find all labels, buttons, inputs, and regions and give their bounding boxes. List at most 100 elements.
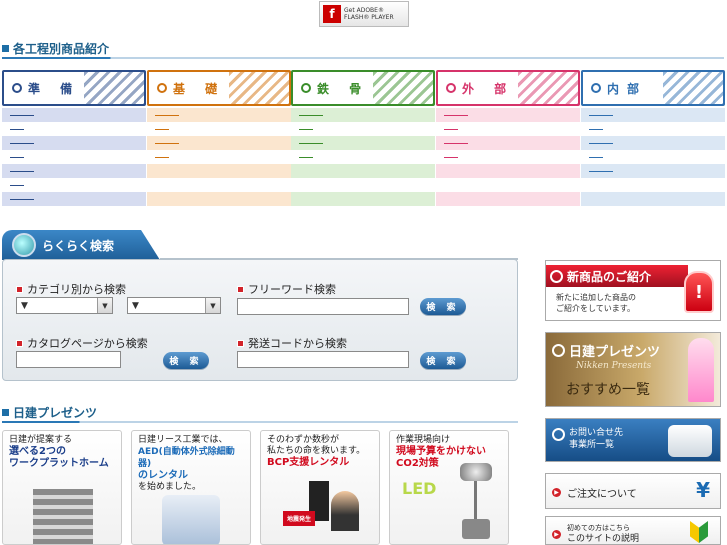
category-list-row[interactable]: [581, 122, 725, 136]
promo-card-led-co2[interactable]: 作業現場向け 現場予算をかけない CO2対策 LED: [389, 430, 509, 545]
promo-card-bcp-rental[interactable]: そのわずか数秒が 私たちの命を救います。 BCP支援レンタル 地震発生: [260, 430, 380, 545]
category-link[interactable]: [299, 128, 313, 130]
square-bullet-icon: [2, 45, 9, 52]
category-list-row[interactable]: [581, 136, 725, 150]
contact-offices-banner[interactable]: お問い合せ先 事業所一覧: [545, 418, 721, 462]
category-link[interactable]: [589, 170, 613, 172]
category-link[interactable]: [10, 128, 24, 130]
red-square-icon: [16, 339, 23, 347]
promo-card-work-platform[interactable]: 日建が提案する 選べる2つの ワークプラットホーム: [2, 430, 122, 545]
category-link[interactable]: [299, 142, 323, 144]
category-list-row: [147, 192, 291, 206]
category-link[interactable]: [589, 114, 613, 116]
category-list-row[interactable]: [291, 136, 435, 150]
card-text-1: そのわずか数秒が: [267, 435, 340, 445]
category-link[interactable]: [589, 142, 613, 144]
new-products-line2: ご紹介をしています。: [556, 304, 635, 313]
catalog-page-input[interactable]: [16, 351, 121, 368]
card-text-1: 日建が提案する: [9, 435, 73, 445]
category-column: 鉄 骨: [291, 70, 435, 206]
category-link[interactable]: [10, 142, 34, 144]
freeword-input[interactable]: [237, 298, 409, 315]
category-list-row[interactable]: [436, 150, 580, 164]
telephone-icon: [668, 425, 712, 457]
category-list-row[interactable]: [436, 136, 580, 150]
category-list-row[interactable]: [436, 108, 580, 122]
card-text-2: 現場予算をかけない: [396, 446, 486, 457]
freeword-search-label: フリーワード検索: [237, 281, 336, 297]
category-column: 外 部: [436, 70, 580, 206]
category-select-1-value: ▼: [21, 300, 28, 311]
category-tab[interactable]: 鉄 骨: [291, 70, 435, 106]
flash-logo-icon: f: [323, 5, 341, 23]
category-list-row[interactable]: [291, 122, 435, 136]
new-products-line1: 新たに追加した商品の: [556, 293, 636, 302]
category-select-2[interactable]: ▼ ▼: [127, 297, 221, 314]
category-link[interactable]: [10, 114, 34, 116]
arrow-bullet-icon: ▶: [552, 529, 561, 539]
category-list-row[interactable]: [581, 150, 725, 164]
category-tab[interactable]: 外 部: [436, 70, 580, 106]
category-list-row[interactable]: [2, 122, 146, 136]
flash-badge-line1: Get ADOBE®: [344, 7, 384, 14]
catalog-search-button[interactable]: 検 索: [163, 352, 209, 369]
arrow-bullet-icon: ▶: [552, 488, 561, 497]
order-info-banner[interactable]: ▶ ご注文について ¥: [545, 473, 721, 509]
category-list-row[interactable]: [147, 150, 291, 164]
freeword-search-button[interactable]: 検 索: [420, 298, 466, 315]
category-list-row[interactable]: [2, 164, 146, 178]
category-link[interactable]: [155, 156, 169, 158]
shipping-code-search-button[interactable]: 検 索: [420, 352, 466, 369]
category-tab[interactable]: 準 備: [2, 70, 146, 106]
category-link[interactable]: [299, 156, 313, 158]
category-link[interactable]: [444, 114, 468, 116]
category-link[interactable]: [444, 142, 468, 144]
category-link[interactable]: [299, 114, 323, 116]
category-list-row[interactable]: [581, 108, 725, 122]
category-link[interactable]: [589, 128, 603, 130]
get-flash-player-badge[interactable]: f Get ADOBE® FLASH® PLAYER: [319, 1, 409, 27]
category-link[interactable]: [444, 156, 458, 158]
site-guide-line2: このサイトの説明: [567, 534, 640, 544]
category-list-row[interactable]: [147, 108, 291, 122]
category-list-row[interactable]: [2, 136, 146, 150]
category-link[interactable]: [589, 156, 603, 158]
category-link[interactable]: [155, 128, 169, 130]
category-tab[interactable]: 基 礎: [147, 70, 291, 106]
category-link[interactable]: [444, 128, 458, 130]
category-link[interactable]: [10, 184, 24, 186]
category-list-row[interactable]: [291, 108, 435, 122]
category-select-1[interactable]: ▼ ▼: [16, 297, 113, 314]
new-products-banner[interactable]: 新商品のご紹介 新たに追加した商品の ご紹介をしています。 !: [545, 260, 721, 321]
nikken-presents-title: 日建プレゼンツ: [552, 341, 660, 360]
site-guide-line1: 初めての方はこちら: [567, 524, 630, 532]
category-link[interactable]: [155, 142, 179, 144]
shipping-code-search-label: 発送コードから検索: [237, 335, 347, 351]
nikken-presents-banner[interactable]: 日建プレゼンツ Nikken Presents おすすめ一覧: [545, 332, 721, 407]
circle-bullet-icon: [552, 344, 565, 357]
red-square-icon: [237, 285, 244, 293]
search-tab: らくらく検索: [2, 230, 160, 260]
category-link[interactable]: [10, 170, 34, 172]
category-list-row[interactable]: [147, 122, 291, 136]
category-list-row: [581, 192, 725, 206]
site-guide-banner[interactable]: ▶ 初めての方はこちら このサイトの説明: [545, 516, 721, 545]
category-list-row[interactable]: [291, 150, 435, 164]
category-list-row[interactable]: [147, 136, 291, 150]
shipping-code-input[interactable]: [237, 351, 409, 368]
category-link[interactable]: [155, 114, 179, 116]
new-products-title-bar: 新商品のご紹介: [546, 265, 688, 287]
category-list-row[interactable]: [581, 164, 725, 178]
category-list-row[interactable]: [2, 150, 146, 164]
category-list-row[interactable]: [2, 178, 146, 192]
card-text-3: ワークプラットホーム: [9, 458, 109, 469]
category-link[interactable]: [10, 198, 34, 200]
promo-card-aed-rental[interactable]: 日建リース工業では、 AED(自動体外式除細動器) のレンタル を始めました。: [131, 430, 251, 545]
search-tab-label: らくらく検索: [42, 238, 115, 253]
category-tab[interactable]: 内部: [581, 70, 725, 106]
category-list-row[interactable]: [2, 192, 146, 206]
category-list-row[interactable]: [436, 122, 580, 136]
category-link[interactable]: [10, 156, 24, 158]
section-title-presents-text: 日建プレゼンツ: [13, 406, 98, 420]
category-list-row[interactable]: [2, 108, 146, 122]
